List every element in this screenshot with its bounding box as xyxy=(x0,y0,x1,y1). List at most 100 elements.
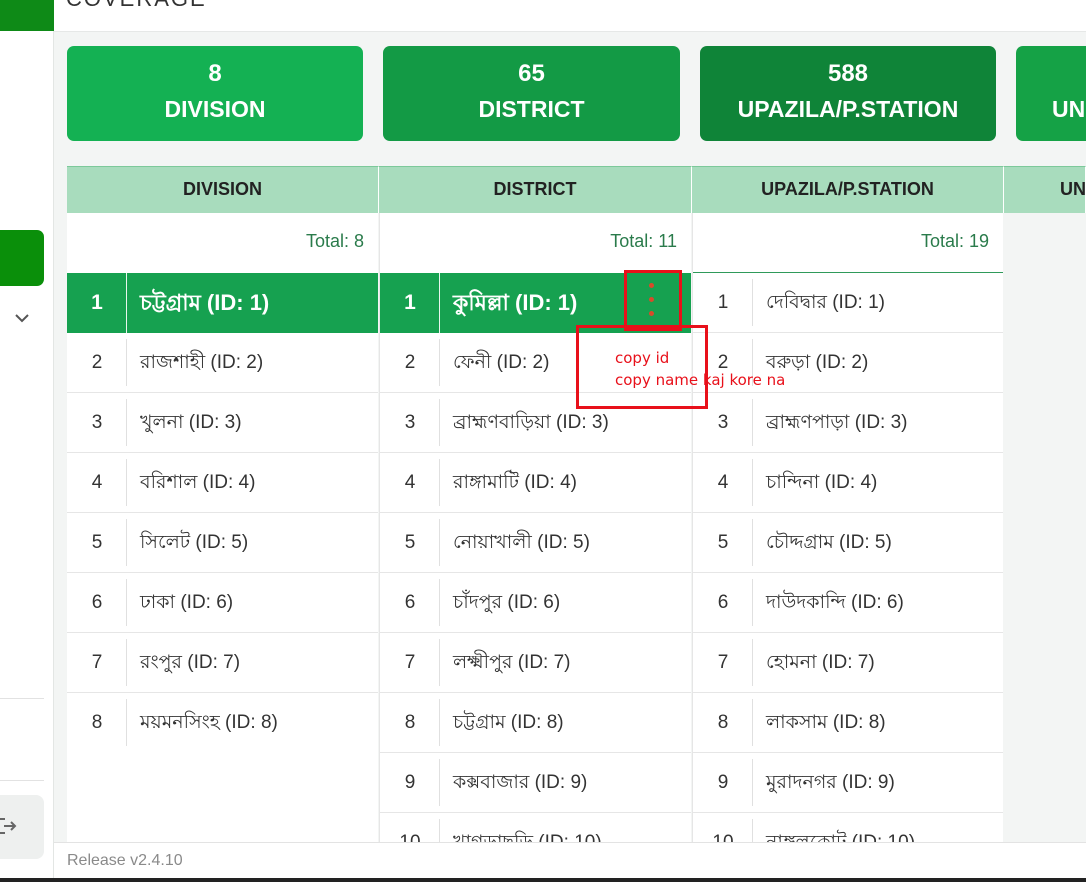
list-item[interactable]: 4 চান্দিনা (ID: 4) xyxy=(693,453,1003,513)
list-item[interactable]: 3 খুলনা (ID: 3) xyxy=(67,393,378,453)
row-index: 5 xyxy=(91,532,103,553)
row-index: 4 xyxy=(717,472,729,493)
row-index: 8 xyxy=(91,712,103,733)
chevron-down-icon[interactable] xyxy=(12,308,32,328)
list-item[interactable]: 8 ময়মনসিংহ (ID: 8) xyxy=(67,693,378,753)
list-item[interactable]: 2 রাজশাহী (ID: 2) xyxy=(67,333,378,393)
row-index: 4 xyxy=(404,472,416,493)
row-index: 2 xyxy=(404,352,416,373)
row-name: দেবিদ্বার (ID: 1) xyxy=(766,292,886,313)
row-name: ঢাকা (ID: 6) xyxy=(140,592,234,613)
row-name: নাঙ্গলকোট (ID: 10) xyxy=(766,832,916,843)
row-name: ময়মনসিংহ (ID: 8) xyxy=(140,712,278,733)
row-index: 10 xyxy=(399,832,421,843)
row-index: 3 xyxy=(404,412,416,433)
row-name: রাজশাহী (ID: 2) xyxy=(140,352,264,373)
division-total: Total: 8 xyxy=(305,231,364,251)
logout-button[interactable] xyxy=(0,795,44,859)
top-bar: COVERAGE xyxy=(54,0,1086,32)
row-name: চৌদ্দগ্রাম (ID: 5) xyxy=(766,532,892,553)
row-name: লক্ষ্মীপুর (ID: 7) xyxy=(453,652,571,673)
list-item[interactable]: 7 হোমনা (ID: 7) xyxy=(693,633,1003,693)
card-union[interactable]: UNI xyxy=(1016,46,1086,141)
annotation-line: copy id xyxy=(615,349,670,367)
list-item[interactable]: 6 ঢাকা (ID: 6) xyxy=(67,573,378,633)
column-header-upazila: UPAZILA/P.STATION xyxy=(692,166,1004,213)
row-name: বরিশাল (ID: 4) xyxy=(140,472,256,493)
row-index: 7 xyxy=(717,652,729,673)
row-name: চট্টগ্রাম (ID: 1) xyxy=(140,290,270,315)
annotation-box-menu xyxy=(624,270,682,331)
row-index: 5 xyxy=(717,532,729,553)
card-upazila[interactable]: 588 UPAZILA/P.STATION xyxy=(700,46,996,141)
column-header-district: DISTRICT xyxy=(379,166,692,213)
row-index: 8 xyxy=(717,712,729,733)
row-index: 6 xyxy=(717,592,729,613)
row-index: 3 xyxy=(91,412,103,433)
column-header-union: UN xyxy=(1004,166,1086,213)
row-name: নোয়াখালী (ID: 5) xyxy=(453,532,590,553)
upazila-list: Total: 19 1 দেবিদ্বার (ID: 1) 2 বরুড়া (ID… xyxy=(692,213,1003,843)
annotation-line: copy name kaj kore na xyxy=(615,371,786,389)
page-title: COVERAGE xyxy=(66,0,207,12)
row-index: 7 xyxy=(91,652,103,673)
list-item[interactable]: 8 চট্টগ্রাম (ID: 8) xyxy=(380,693,691,753)
card-division[interactable]: 8 DIVISION xyxy=(67,46,363,141)
list-item[interactable]: 7 রংপুর (ID: 7) xyxy=(67,633,378,693)
selected-arrow xyxy=(342,273,376,333)
list-item[interactable]: 9 মুরাদনগর (ID: 9) xyxy=(693,753,1003,813)
list-item[interactable]: 7 লক্ষ্মীপুর (ID: 7) xyxy=(380,633,691,693)
row-index: 5 xyxy=(404,532,416,553)
card-label: DISTRICT xyxy=(478,96,585,122)
row-index: 9 xyxy=(404,772,416,793)
list-item[interactable]: 8 লাকসাম (ID: 8) xyxy=(693,693,1003,753)
row-index: 1 xyxy=(404,291,416,314)
list-item[interactable]: 4 রাঙ্গামাটি (ID: 4) xyxy=(380,453,691,513)
list-item[interactable]: 5 নোয়াখালী (ID: 5) xyxy=(380,513,691,573)
row-name: হোমনা (ID: 7) xyxy=(766,652,875,673)
row-name: কক্সবাজার (ID: 9) xyxy=(453,772,588,793)
row-name: দাউদকান্দি (ID: 6) xyxy=(766,592,904,613)
list-item[interactable]: 5 সিলেট (ID: 5) xyxy=(67,513,378,573)
row-index: 9 xyxy=(717,772,729,793)
annotation-note: copy id copy name kaj kore na xyxy=(615,347,785,391)
list-item[interactable]: 5 চৌদ্দগ্রাম (ID: 5) xyxy=(693,513,1003,573)
division-list: Total: 8 1 চট্টগ্রাম (ID: 1) 2 রাজশাহী (ID… xyxy=(67,213,378,843)
sidebar xyxy=(0,0,54,882)
sidebar-item-coverage[interactable] xyxy=(0,230,44,286)
sidebar-divider xyxy=(0,698,44,699)
list-item[interactable]: 10 নাঙ্গলকোট (ID: 10) xyxy=(693,813,1003,843)
list-item[interactable]: 10 খাগড়াছড়ি (ID: 10) xyxy=(380,813,691,843)
row-index: 6 xyxy=(91,592,103,613)
row-name: খাগড়াছড়ি (ID: 10) xyxy=(453,832,602,843)
list-item[interactable]: 3 ব্রাহ্মণপাড়া (ID: 3) xyxy=(693,393,1003,453)
list-item[interactable]: 6 দাউদকান্দি (ID: 6) xyxy=(693,573,1003,633)
card-count: 8 xyxy=(208,60,222,87)
union-list xyxy=(1004,213,1086,843)
list-item[interactable]: 6 চাঁদপুর (ID: 6) xyxy=(380,573,691,633)
os-taskbar-edge xyxy=(0,878,1086,882)
list-item[interactable]: 9 কক্সবাজার (ID: 9) xyxy=(380,753,691,813)
row-name: চট্টগ্রাম (ID: 8) xyxy=(453,712,564,733)
card-label: UNI xyxy=(1052,96,1086,122)
row-index: 7 xyxy=(404,652,416,673)
release-version: Release v2.4.10 xyxy=(67,852,183,869)
row-name: লাকসাম (ID: 8) xyxy=(766,712,886,733)
row-index: 10 xyxy=(712,832,734,843)
row-index: 4 xyxy=(91,472,103,493)
list-item[interactable]: 4 বরিশাল (ID: 4) xyxy=(67,453,378,513)
row-index: 2 xyxy=(91,352,103,373)
row-name: ব্রাহ্মণপাড়া (ID: 3) xyxy=(766,412,908,433)
sidebar-divider xyxy=(0,780,44,781)
row-index: 6 xyxy=(404,592,416,613)
row-name: চাঁদপুর (ID: 6) xyxy=(453,592,561,613)
row-index: 1 xyxy=(91,291,103,314)
district-total: Total: 11 xyxy=(610,231,677,251)
list-item[interactable]: 1 দেবিদ্বার (ID: 1) xyxy=(693,273,1003,333)
row-name: ফেনী (ID: 2) xyxy=(453,352,550,373)
logout-icon xyxy=(0,818,17,834)
card-district[interactable]: 65 DISTRICT xyxy=(383,46,680,141)
list-item-selected[interactable]: 1 চট্টগ্রাম (ID: 1) xyxy=(67,273,378,333)
row-index: 1 xyxy=(717,292,729,313)
row-name: রংপুর (ID: 7) xyxy=(140,652,241,673)
